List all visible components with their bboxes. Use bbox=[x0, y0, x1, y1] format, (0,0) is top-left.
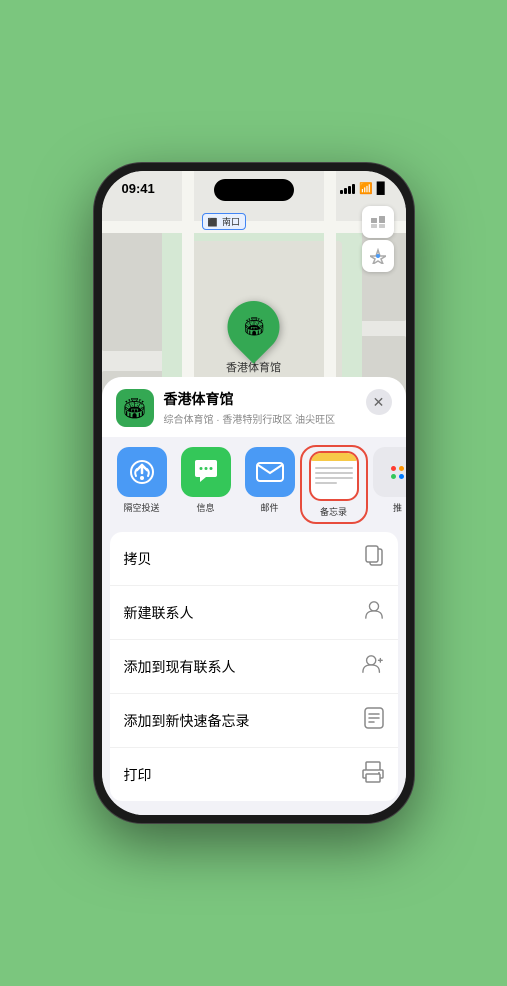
person-add-icon bbox=[362, 653, 384, 680]
venue-icon: 🏟 bbox=[116, 389, 154, 427]
messages-label: 信息 bbox=[196, 501, 214, 514]
venue-card: 🏟 香港体育馆 综合体育馆 · 香港特别行政区 油尖旺区 ✕ bbox=[102, 377, 406, 437]
share-more[interactable]: 推 bbox=[366, 447, 406, 522]
more-label: 推 bbox=[393, 501, 402, 514]
signal-icon bbox=[340, 184, 355, 194]
share-notes[interactable]: 备忘录 bbox=[302, 447, 366, 522]
bottom-sheet: 🏟 香港体育馆 综合体育馆 · 香港特别行政区 油尖旺区 ✕ bbox=[102, 377, 406, 815]
phone-frame: 09:41 📶 ▉ bbox=[94, 163, 414, 823]
note-icon bbox=[364, 707, 384, 734]
mail-label: 邮件 bbox=[260, 501, 278, 514]
new-contact-label: 新建联系人 bbox=[124, 603, 194, 623]
status-icons: 📶 ▉ bbox=[340, 182, 385, 195]
printer-icon bbox=[362, 761, 384, 788]
more-icon bbox=[373, 447, 406, 497]
airdrop-icon bbox=[117, 447, 167, 497]
person-icon bbox=[364, 599, 384, 626]
action-print[interactable]: 打印 bbox=[110, 748, 398, 801]
map-type-button[interactable] bbox=[362, 206, 394, 238]
location-pin: 🏟 香港体育馆 bbox=[226, 301, 281, 375]
venue-description: 综合体育馆 · 香港特别行政区 油尖旺区 bbox=[164, 411, 356, 426]
add-existing-label: 添加到现有联系人 bbox=[124, 657, 236, 677]
action-add-existing[interactable]: 添加到现有联系人 bbox=[110, 640, 398, 694]
action-list: 拷贝 新建联系人 bbox=[110, 532, 398, 801]
copy-label: 拷贝 bbox=[124, 549, 152, 569]
action-new-contact[interactable]: 新建联系人 bbox=[110, 586, 398, 640]
share-row: 隔空投送 信息 bbox=[102, 437, 406, 528]
action-copy[interactable]: 拷贝 bbox=[110, 532, 398, 586]
pin-marker: 🏟 bbox=[217, 290, 291, 364]
map-south-entrance-label: ⬛ 南口 bbox=[202, 213, 247, 230]
share-mail[interactable]: 邮件 bbox=[238, 447, 302, 522]
notes-icon bbox=[309, 451, 359, 501]
phone-screen: 09:41 📶 ▉ bbox=[102, 171, 406, 815]
action-add-note[interactable]: 添加到新快速备忘录 bbox=[110, 694, 398, 748]
print-label: 打印 bbox=[124, 765, 152, 785]
messages-icon bbox=[181, 447, 231, 497]
status-time: 09:41 bbox=[122, 181, 155, 196]
share-airdrop[interactable]: 隔空投送 bbox=[110, 447, 174, 522]
copy-icon bbox=[364, 545, 384, 572]
mail-icon bbox=[245, 447, 295, 497]
battery-icon: ▉ bbox=[377, 182, 385, 195]
add-note-label: 添加到新快速备忘录 bbox=[124, 711, 250, 731]
location-button[interactable] bbox=[362, 240, 394, 272]
close-button[interactable]: ✕ bbox=[366, 389, 392, 415]
airdrop-label: 隔空投送 bbox=[123, 501, 159, 514]
share-messages[interactable]: 信息 bbox=[174, 447, 238, 522]
venue-name: 香港体育馆 bbox=[164, 389, 356, 409]
venue-info: 香港体育馆 综合体育馆 · 香港特别行政区 油尖旺区 bbox=[164, 389, 356, 426]
dynamic-island bbox=[214, 179, 294, 201]
notes-label: 备忘录 bbox=[320, 505, 347, 518]
map-controls bbox=[362, 206, 394, 272]
wifi-icon: 📶 bbox=[359, 182, 373, 195]
